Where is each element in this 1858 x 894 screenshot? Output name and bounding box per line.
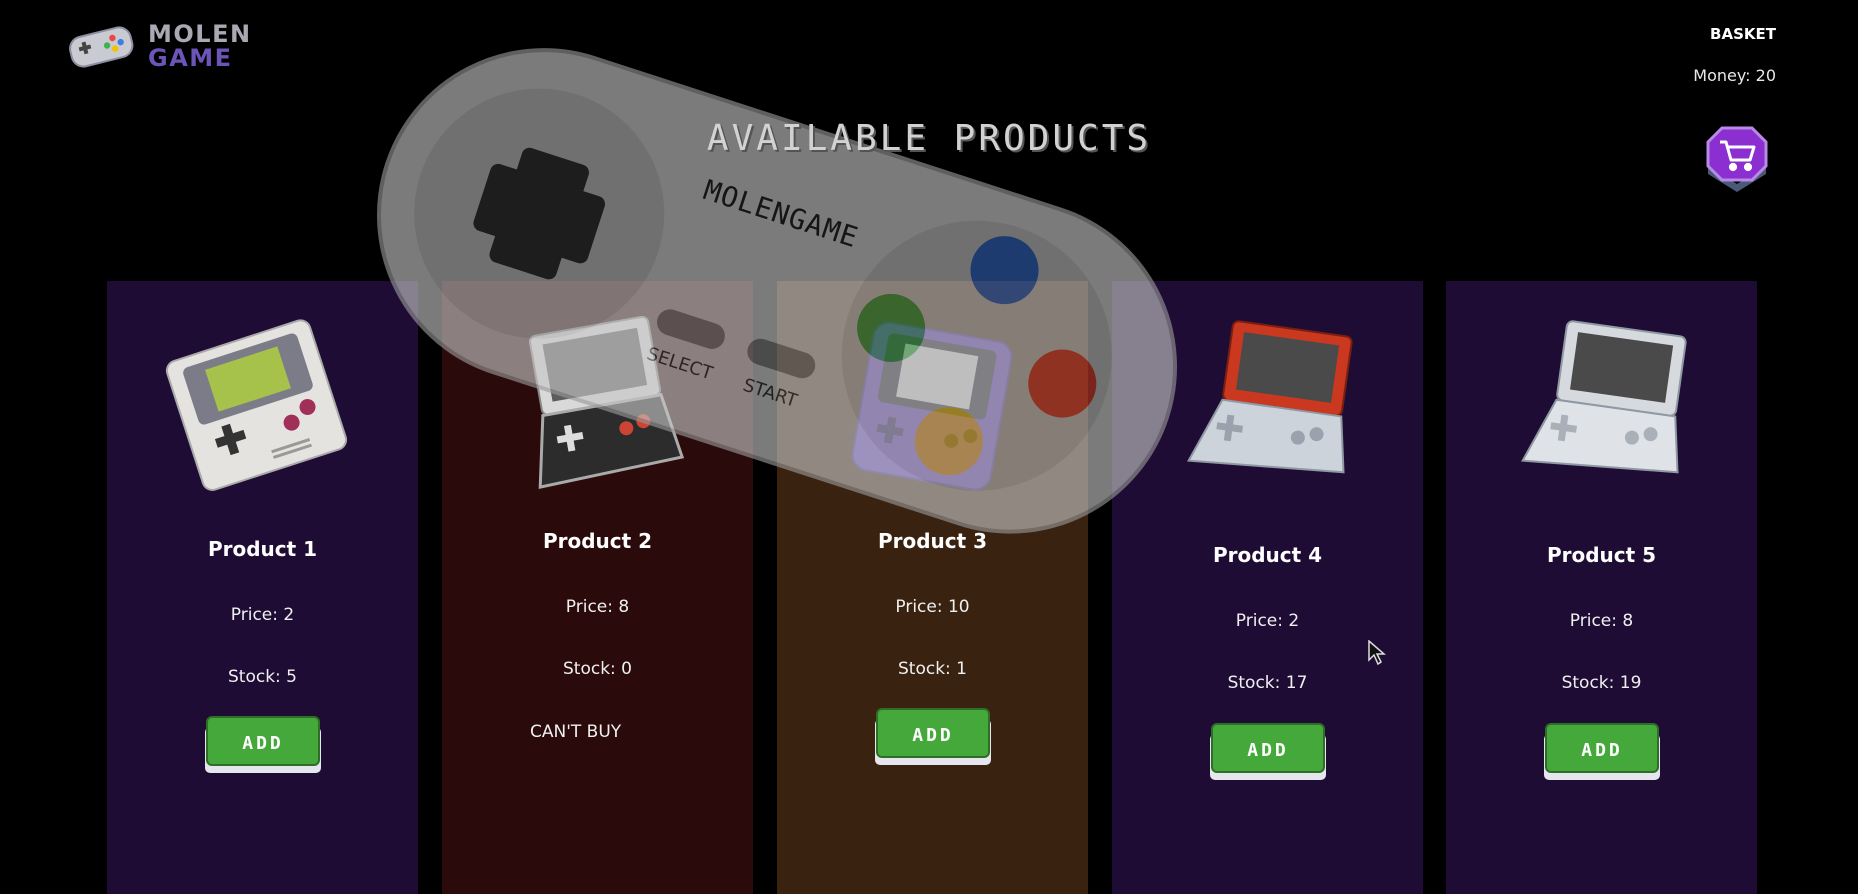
add-to-basket-button[interactable]: ADD [873,705,993,769]
product-name: Product 2 [542,529,653,553]
product-price: Price: 8 [1569,611,1634,631]
page-title: AVAILABLE PRODUCTS [706,118,1152,159]
gameboy-color-purple-icon [851,321,1013,491]
product-stock: Stock: 17 [1227,673,1308,693]
product-stock: Stock: 1 [898,659,967,679]
product-name: Product 5 [1546,543,1657,567]
product-price: Price: 2 [1235,611,1300,631]
gameboy-advance-sp-nes-icon [528,315,685,489]
product-stock: Stock: 5 [228,667,297,687]
product-price: Price: 2 [230,605,295,625]
gameboy-classic-icon [165,319,348,491]
product-name: Product 1 [207,537,318,561]
mouse-cursor-icon [1368,640,1386,666]
add-button-label: ADD [1581,740,1623,761]
product-stock: Stock: 19 [1561,673,1642,693]
product-card-3: Product 3 Price: 10 Stock: 1 ADD [777,281,1088,894]
product-card-2: Product 2 Price: 8 Stock: 0 CAN'T BUY [442,281,753,894]
add-button-label: ADD [1247,740,1289,761]
product-stock: Stock: 0 [563,659,632,679]
product-card-4: Product 4 Price: 2 Stock: 17 ADD [1112,281,1423,894]
product-card-1: Product 1 Price: 2 Stock: 5 ADD [107,281,418,894]
add-button-label: ADD [242,733,284,754]
add-to-basket-button[interactable]: ADD [1542,720,1662,784]
product-price: Price: 10 [895,597,970,617]
product-card-5: Product 5 Price: 8 Stock: 19 ADD [1446,281,1757,894]
add-to-basket-button[interactable]: ADD [1208,720,1328,784]
product-price: Price: 8 [565,597,630,617]
gameboy-advance-sp-silver-icon [1521,320,1687,474]
add-to-basket-button[interactable]: ADD [203,713,323,777]
cant-buy-label: CAN'T BUY [530,722,622,742]
product-name: Product 3 [877,529,988,553]
add-button-label: ADD [912,725,954,746]
product-name: Product 4 [1212,543,1323,567]
gameboy-advance-sp-red-icon [1187,320,1353,474]
